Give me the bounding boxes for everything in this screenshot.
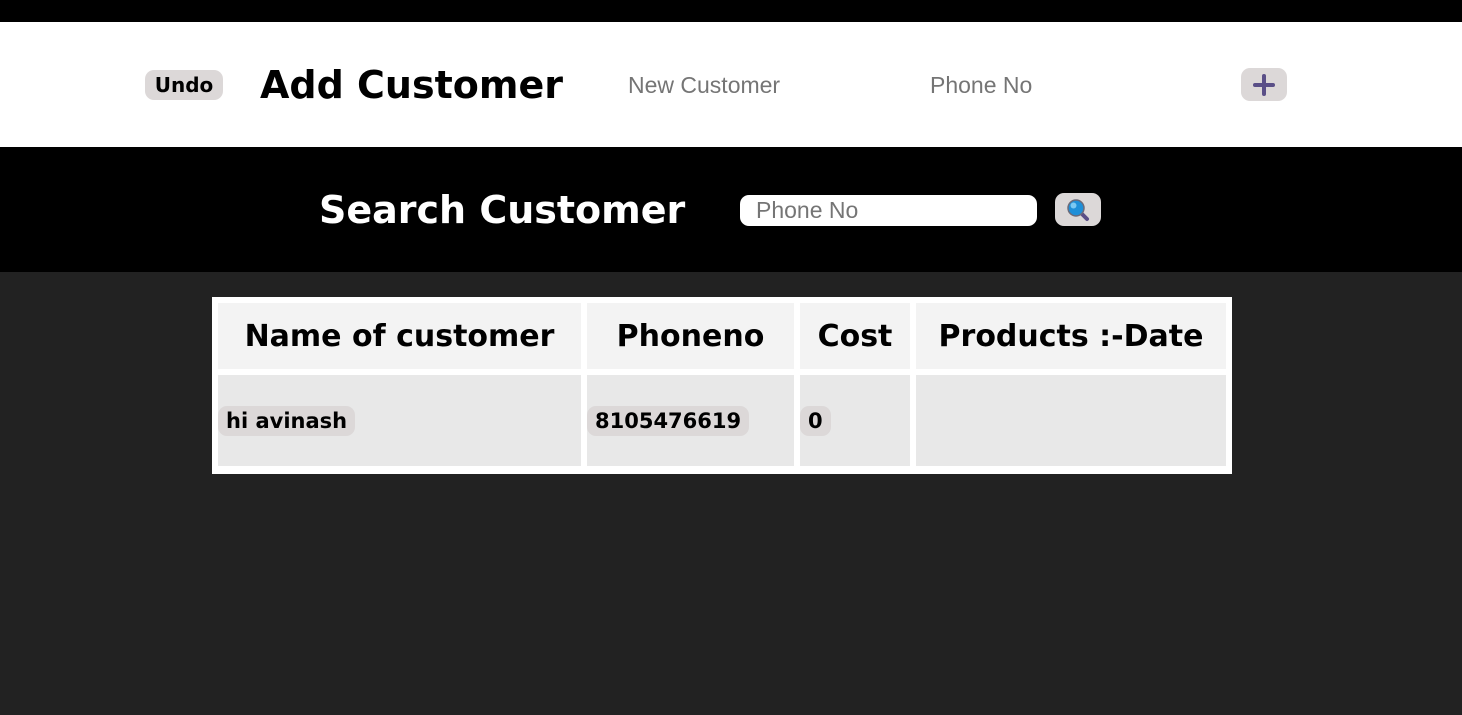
undo-button[interactable]: Undo: [145, 70, 223, 100]
search-phone-input[interactable]: [740, 195, 1037, 226]
table-row: hi avinash 8105476619 0: [218, 375, 1226, 466]
top-bar: [0, 0, 1462, 22]
customer-products-cell: [916, 375, 1226, 466]
search-customer-section: Search Customer: [0, 147, 1462, 272]
header-phoneno: Phoneno: [587, 303, 794, 369]
plus-icon: [1252, 73, 1276, 97]
phone-no-input[interactable]: [930, 70, 1170, 100]
customer-cost[interactable]: 0: [800, 405, 831, 436]
customer-phone[interactable]: 8105476619: [587, 405, 750, 436]
customer-table: Name of customer Phoneno Cost Products :…: [212, 297, 1232, 472]
search-button[interactable]: [1055, 193, 1101, 226]
search-icon: [1067, 199, 1089, 221]
customer-name-cell: hi avinash: [218, 375, 581, 466]
header-products-date: Products :-Date: [916, 303, 1226, 369]
add-customer-title: Add Customer: [260, 63, 563, 107]
add-customer-button[interactable]: [1241, 68, 1287, 101]
header-cost: Cost: [800, 303, 910, 369]
customer-table-container: Name of customer Phoneno Cost Products :…: [212, 297, 1232, 474]
customer-phone-cell: 8105476619: [587, 375, 794, 466]
customer-name[interactable]: hi avinash: [218, 405, 356, 436]
add-customer-section: Undo Add Customer: [0, 22, 1462, 147]
search-customer-title: Search Customer: [319, 188, 686, 232]
header-name-of-customer: Name of customer: [218, 303, 581, 369]
table-header-row: Name of customer Phoneno Cost Products :…: [218, 303, 1226, 369]
customer-cost-cell: 0: [800, 375, 910, 466]
new-customer-input[interactable]: [628, 70, 868, 100]
